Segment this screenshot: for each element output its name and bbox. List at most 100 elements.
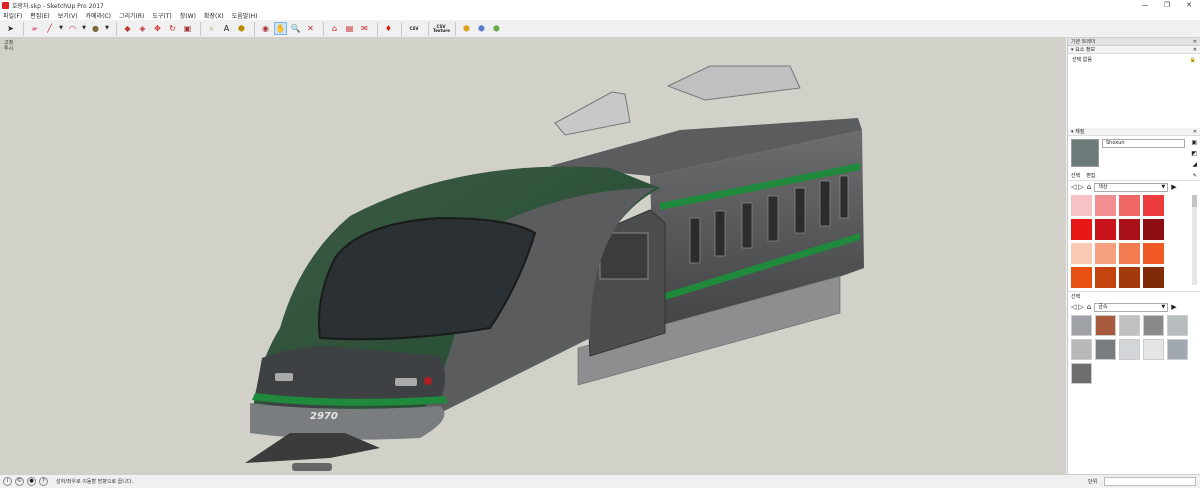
select-arrow-icon[interactable]: ➤: [4, 22, 17, 35]
metal-collection-dropdown[interactable]: 금속 ▼: [1094, 302, 1169, 312]
csv-button[interactable]: CSV: [406, 26, 422, 31]
color-swatch[interactable]: [1119, 219, 1140, 240]
csv-texture-button[interactable]: CSV Texture: [433, 24, 450, 33]
metal-swatch[interactable]: [1119, 315, 1140, 336]
color-swatch[interactable]: [1143, 195, 1164, 216]
metal-swatch[interactable]: [1095, 315, 1116, 336]
forward-icon[interactable]: ▷: [1078, 303, 1083, 311]
credits-icon[interactable]: ©: [15, 477, 24, 486]
back-icon[interactable]: ◁: [1071, 303, 1076, 311]
color-swatch[interactable]: [1095, 243, 1116, 264]
default-material-icon[interactable]: ◩: [1191, 150, 1197, 157]
menu-edit[interactable]: 편집(E): [30, 11, 50, 20]
color-swatch[interactable]: [1095, 219, 1116, 240]
metal-swatch[interactable]: [1143, 315, 1164, 336]
geo-location-icon[interactable]: i: [3, 477, 12, 486]
warehouse-icon[interactable]: ⌂: [328, 22, 341, 35]
maximize-button[interactable]: ❐: [1156, 0, 1178, 10]
color-swatch[interactable]: [1143, 219, 1164, 240]
dropdown-arrow-icon[interactable]: ▼: [104, 22, 110, 35]
home-icon[interactable]: ⌂: [1087, 183, 1091, 191]
home-icon[interactable]: ⌂: [1087, 303, 1091, 311]
menu-camera[interactable]: 카메라(C): [86, 11, 111, 20]
close-button[interactable]: ✕: [1178, 0, 1200, 10]
material-preview-swatch[interactable]: [1071, 139, 1099, 167]
rotate-icon[interactable]: ↻: [166, 22, 179, 35]
text-icon[interactable]: A: [220, 22, 233, 35]
panel-close-icon[interactable]: ✕: [1193, 46, 1197, 54]
dropdown-arrow-icon[interactable]: ▼: [58, 22, 64, 35]
color-swatch[interactable]: [1095, 195, 1116, 216]
panel-close-icon[interactable]: ✕: [1193, 128, 1197, 136]
details-icon[interactable]: ▶: [1171, 303, 1176, 311]
menu-tools[interactable]: 도구(T): [152, 11, 171, 20]
scrollbar-thumb[interactable]: [1192, 195, 1197, 207]
pan-icon[interactable]: ✋: [274, 22, 287, 35]
swatch-scrollbar[interactable]: [1192, 195, 1197, 285]
pencil-line-icon[interactable]: ╱: [43, 22, 56, 35]
tape-measure-icon[interactable]: ⌕: [205, 22, 218, 35]
tray-close-icon[interactable]: ✕: [1193, 38, 1197, 46]
model-viewport[interactable]: 고정 투시 2970: [0, 38, 1066, 474]
scale-icon[interactable]: ▣: [181, 22, 194, 35]
color-swatch[interactable]: [1143, 267, 1164, 288]
metal-swatch[interactable]: [1119, 339, 1140, 360]
circle-icon[interactable]: ●: [89, 22, 102, 35]
orbit-icon[interactable]: ◉: [259, 22, 272, 35]
eraser-icon[interactable]: ▰: [28, 22, 41, 35]
user-icon[interactable]: ●: [27, 477, 36, 486]
create-material-icon[interactable]: ▣: [1191, 139, 1197, 146]
back-icon[interactable]: ◁: [1071, 183, 1076, 191]
entity-info-header[interactable]: ▾ 요소 정보 ✕: [1068, 46, 1200, 54]
eyedropper-icon[interactable]: ✎: [1193, 173, 1197, 179]
metal-swatch[interactable]: [1071, 339, 1092, 360]
color-swatch[interactable]: [1071, 219, 1092, 240]
material-name-field[interactable]: Shoxun: [1102, 139, 1185, 148]
tab-select[interactable]: 선택: [1071, 172, 1080, 179]
forward-icon[interactable]: ▷: [1078, 183, 1083, 191]
help-icon[interactable]: ?: [39, 477, 48, 486]
menu-draw[interactable]: 그리기(R): [119, 11, 144, 20]
zoom-icon[interactable]: 🔍: [289, 22, 302, 35]
color-swatch[interactable]: [1071, 243, 1092, 264]
menu-help[interactable]: 도움말(H): [232, 11, 258, 20]
color-swatch[interactable]: [1119, 267, 1140, 288]
tab-edit[interactable]: 편집: [1086, 172, 1095, 179]
components-icon[interactable]: ▤: [343, 22, 356, 35]
menu-file[interactable]: 파일(F): [3, 11, 22, 20]
color-swatch[interactable]: [1071, 267, 1092, 288]
sample-paint-icon[interactable]: ◢: [1192, 161, 1197, 168]
metal-swatch[interactable]: [1071, 315, 1092, 336]
cube-blue-icon[interactable]: ⬢: [475, 22, 488, 35]
minimize-button[interactable]: —: [1134, 0, 1156, 10]
cube-green-icon[interactable]: ⬢: [490, 22, 503, 35]
color-swatch[interactable]: [1071, 195, 1092, 216]
details-icon[interactable]: ▶: [1171, 183, 1176, 191]
color-swatch[interactable]: [1119, 243, 1140, 264]
menu-view[interactable]: 보기(V): [58, 11, 78, 20]
push-pull-icon[interactable]: ◆: [121, 22, 134, 35]
measurements-input[interactable]: [1104, 477, 1196, 486]
dropdown-arrow-icon[interactable]: ▼: [81, 22, 87, 35]
materials-header[interactable]: ▾ 재질 ✕: [1068, 128, 1200, 136]
metal-swatch[interactable]: [1095, 339, 1116, 360]
metal-swatch[interactable]: [1167, 315, 1188, 336]
ruby-icon[interactable]: ♦: [382, 22, 395, 35]
roof-unit: [666, 65, 801, 101]
move-icon[interactable]: ✥: [151, 22, 164, 35]
extension-warehouse-icon[interactable]: ✉: [358, 22, 371, 35]
arc-icon[interactable]: ◠: [66, 22, 79, 35]
color-swatch[interactable]: [1143, 243, 1164, 264]
metal-swatch[interactable]: [1143, 339, 1164, 360]
metal-swatch[interactable]: [1167, 339, 1188, 360]
color-swatch[interactable]: [1119, 195, 1140, 216]
paint-bucket-icon[interactable]: ⬢: [235, 22, 248, 35]
cube-yellow-icon[interactable]: ⬢: [460, 22, 473, 35]
metal-swatch[interactable]: [1071, 363, 1092, 384]
menu-extensions[interactable]: 확장(X): [204, 11, 224, 20]
color-swatch[interactable]: [1095, 267, 1116, 288]
collection-dropdown[interactable]: 색상 ▼: [1094, 182, 1169, 192]
menu-window[interactable]: 창(W): [180, 11, 196, 20]
zoom-extents-icon[interactable]: ✕: [304, 22, 317, 35]
follow-me-icon[interactable]: ◈: [136, 22, 149, 35]
